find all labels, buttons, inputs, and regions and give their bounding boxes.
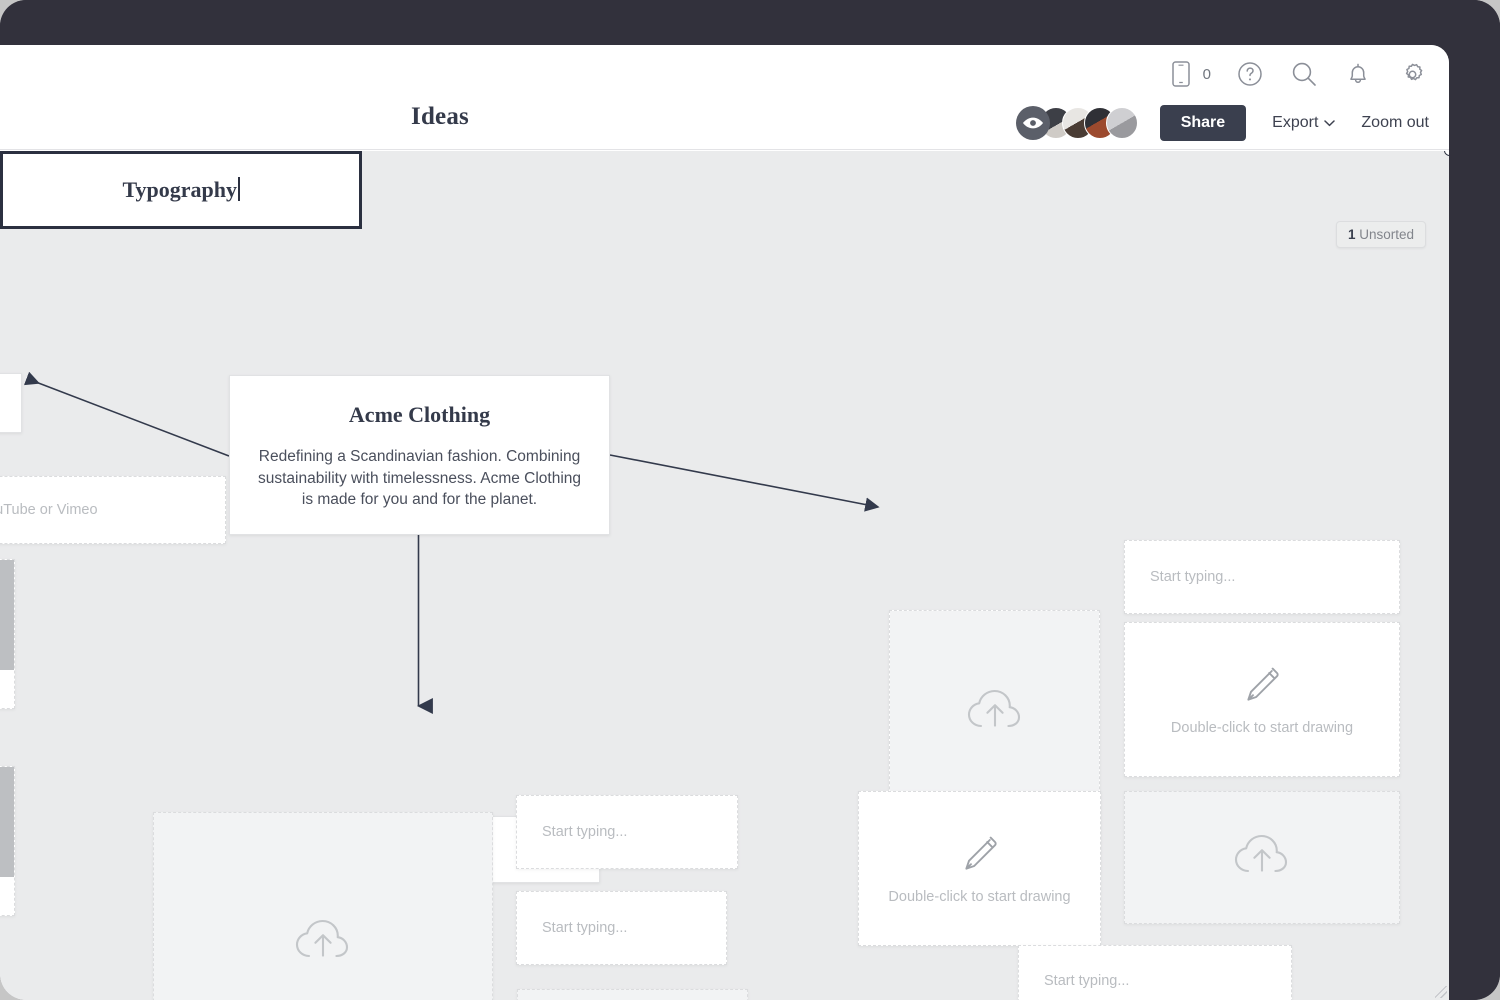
header-icon-row: 0: [1166, 59, 1427, 89]
export-label: Export: [1272, 114, 1319, 131]
mobile-device-group[interactable]: 0: [1166, 59, 1211, 89]
text-note-placeholder[interactable]: Start typing...: [1124, 540, 1400, 614]
app-surface: Ideas 0 Share Export Zoom out 1 Unsorted…: [0, 45, 1449, 1000]
app-header: Ideas 0 Share Export Zoom out: [0, 45, 1449, 150]
text-note-placeholder[interactable]: Start typing...: [516, 891, 727, 965]
node-resize-handle[interactable]: [1435, 986, 1447, 998]
avatar[interactable]: [1105, 107, 1138, 139]
unsorted-label: Unsorted: [1359, 227, 1414, 242]
image-thumb: [0, 767, 14, 877]
text-note-placeholder[interactable]: Start typing...: [1018, 945, 1292, 1000]
zoom-out-label: Zoom out: [1361, 114, 1429, 131]
node-title-text: Typography: [122, 177, 237, 202]
image-upload-placeholder[interactable]: [517, 989, 748, 1000]
page-title: Ideas: [411, 103, 469, 130]
device-count: 0: [1202, 65, 1211, 83]
unsorted-badge[interactable]: 1 Unsorted: [1335, 221, 1426, 248]
text-note-placeholder[interactable]: Start typing...: [516, 795, 738, 869]
image-upload-placeholder[interactable]: [1124, 791, 1400, 924]
text-cursor: [238, 177, 240, 201]
text-placeholder-label: Start typing...: [542, 824, 628, 840]
node-partial-left[interactable]: [0, 373, 22, 433]
text-placeholder-label: Start typing...: [1044, 973, 1130, 989]
connector-acme-to-typography: [609, 454, 880, 512]
drawing-placeholder[interactable]: Double-click to start drawing: [1124, 622, 1400, 777]
pencil-icon: [960, 833, 1000, 880]
connector-acme-to-left: [23, 371, 230, 457]
node-title-editing[interactable]: Typography: [122, 177, 240, 203]
cloud-upload-icon: [291, 916, 355, 969]
header-action-row: Share Export Zoom out: [1015, 105, 1429, 141]
image-card-partial-left[interactable]: [0, 766, 15, 916]
text-placeholder-label: Start typing...: [1150, 569, 1236, 585]
node-body: Redefining a Scandinavian fashion. Combi…: [257, 448, 582, 508]
node-handle-top-right[interactable]: [1444, 151, 1449, 156]
cloud-upload-icon: [963, 686, 1027, 739]
mobile-device-icon[interactable]: [1166, 59, 1196, 89]
text-placeholder-label: Start typing...: [542, 920, 628, 936]
window-chrome-right: [1448, 0, 1500, 1000]
drawing-placeholder-label: Double-click to start drawing: [1170, 719, 1354, 736]
node-typography[interactable]: Typography: [0, 151, 1449, 998]
mindmap-canvas[interactable]: 1 Unsorted Tube or Vimeo Acme Clothing R…: [0, 151, 1449, 1000]
export-menu[interactable]: Export: [1272, 114, 1336, 132]
chevron-down-icon: [1324, 114, 1336, 132]
image-card-partial-left[interactable]: [0, 559, 15, 709]
presence-avatar-stack[interactable]: [1015, 106, 1138, 140]
image-upload-placeholder[interactable]: [153, 812, 493, 1000]
search-icon[interactable]: [1289, 59, 1319, 89]
video-placeholder-label: from YouTube or Vimeo: [0, 502, 98, 518]
drawing-placeholder-label: Double-click to start drawing: [888, 888, 1071, 905]
node-title: Acme Clothing: [348, 402, 491, 427]
cloud-upload-icon: [1230, 831, 1294, 884]
app-window: Ideas 0 Share Export Zoom out 1 Unsorted…: [0, 0, 1500, 1000]
image-thumb: [0, 560, 14, 670]
settings-gear-icon[interactable]: [1397, 59, 1427, 89]
help-icon[interactable]: [1235, 59, 1265, 89]
video-embed-placeholder[interactable]: from YouTube or Vimeo: [0, 476, 226, 544]
zoom-out-button[interactable]: Zoom out: [1361, 114, 1429, 132]
share-button[interactable]: Share: [1159, 105, 1247, 141]
drawing-placeholder[interactable]: Double-click to start drawing: [858, 791, 1101, 946]
node-acme-clothing[interactable]: Acme Clothing Redefining a Scandinavian …: [229, 375, 610, 535]
eye-icon[interactable]: [1015, 106, 1050, 140]
notifications-bell-icon[interactable]: [1343, 59, 1373, 89]
pencil-icon: [1242, 664, 1282, 711]
image-drop-area[interactable]: [890, 611, 1099, 814]
